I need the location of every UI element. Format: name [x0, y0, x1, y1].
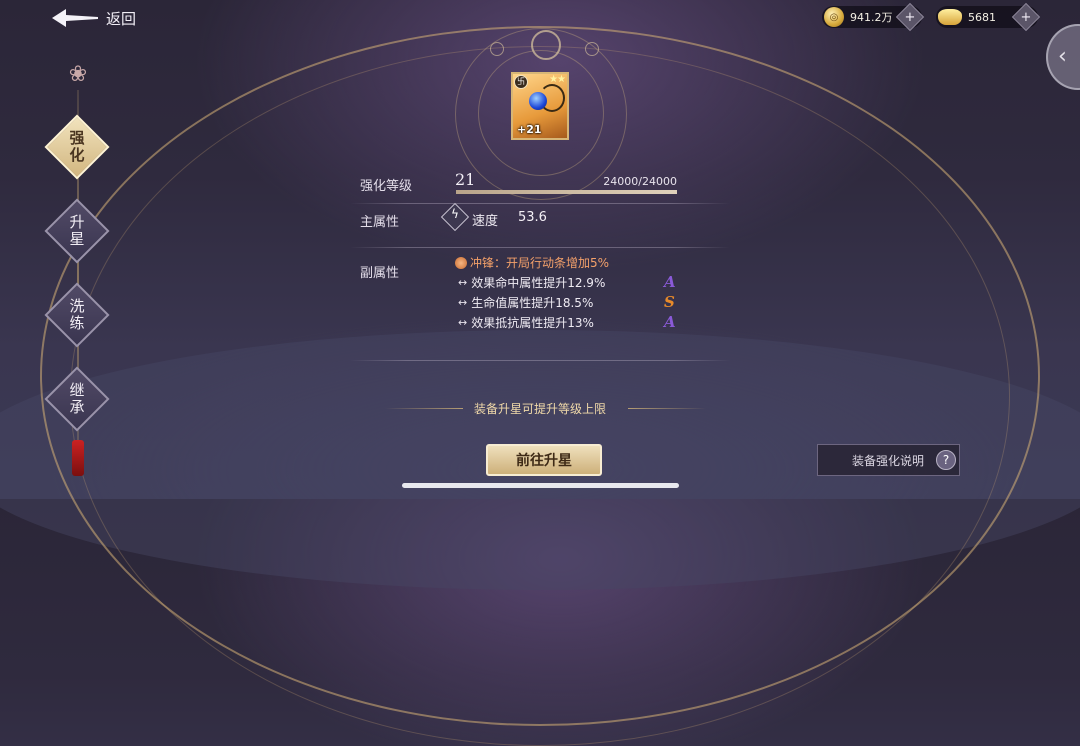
gem-icon [529, 92, 547, 110]
sub-attr-row: ↔ 效果命中属性提升12.9% [458, 276, 606, 290]
hint-line-right [628, 408, 706, 409]
home-indicator[interactable] [402, 483, 679, 488]
divider [350, 247, 730, 248]
moon-phase-icon [490, 42, 504, 56]
tab-reforge[interactable]: 洗练 [44, 282, 110, 348]
exp-progress-bar [456, 190, 677, 194]
back-button[interactable]: 返回 [52, 6, 212, 30]
back-arrow-icon [52, 9, 98, 27]
tab-inherit[interactable]: 继承 [44, 366, 110, 432]
enhance-level-label: 强化等级 [360, 179, 413, 194]
add-ingot-button[interactable]: + [1011, 2, 1041, 32]
exp-progress-fill [456, 190, 677, 194]
arrow-icon: ↔ [458, 316, 468, 329]
coin-icon: ◎ [824, 7, 844, 27]
charge-icon [455, 256, 467, 269]
chevron-left-icon: ‹ [1058, 44, 1067, 69]
add-coin-button[interactable]: + [895, 2, 925, 32]
nav-tassel [72, 440, 84, 476]
equipment-icon[interactable]: 卐 ★★ +21 [511, 72, 569, 140]
divider [350, 203, 730, 204]
tab-enhance[interactable]: 强化 [44, 114, 110, 180]
divider [350, 360, 730, 361]
grade-badge: A [664, 313, 676, 331]
ingot-value: 5681 [968, 10, 996, 24]
currency-coin: ◎ 941.2万 + [822, 2, 925, 32]
nav-ornament-icon: ❀ [68, 62, 88, 87]
grade-badge: S [664, 293, 675, 311]
main-attr-name: 速度 [472, 214, 499, 229]
equipment-stars: ★★ [549, 74, 566, 85]
arrow-icon: ↔ [458, 296, 468, 309]
sub-attr-special: 冲锋：开局行动条增加5% [455, 254, 609, 271]
side-expand-button[interactable]: ‹ [1046, 24, 1080, 90]
moon-phase-icon [585, 42, 599, 56]
main-attr-label: 主属性 [360, 215, 400, 230]
star-up-hint: 装备升星可提升等级上限 [473, 402, 606, 416]
currency-ingot: 5681 + [936, 2, 1041, 32]
go-star-up-button[interactable]: 前往升星 [486, 444, 602, 476]
gold-ingot-icon [938, 9, 962, 25]
explain-label: 装备强化说明 [852, 453, 925, 468]
moon-icon [531, 30, 561, 60]
grade-badge: A [664, 273, 676, 291]
equipment-type-badge: 卐 [514, 75, 528, 89]
enhance-level-value: 21 [455, 170, 476, 189]
tab-star-up[interactable]: 升星 [44, 198, 110, 264]
equipment-level-badge: +21 [517, 123, 542, 136]
sub-attr-label: 副属性 [360, 266, 400, 281]
coin-value: 941.2万 [850, 11, 893, 24]
enhance-explain-button[interactable]: 装备强化说明 ? [817, 444, 960, 476]
sub-attr-row: ↔ 效果抵抗属性提升13% [458, 316, 594, 330]
sub-attr-row: ↔ 生命值属性提升18.5% [458, 296, 594, 310]
back-label: 返回 [106, 9, 137, 28]
main-attr-value: 53.6 [518, 210, 547, 225]
arrow-icon: ↔ [458, 276, 468, 289]
exp-text: 24000/24000 [603, 175, 677, 188]
question-icon: ? [936, 450, 957, 470]
go-star-up-label: 前往升星 [516, 453, 572, 469]
